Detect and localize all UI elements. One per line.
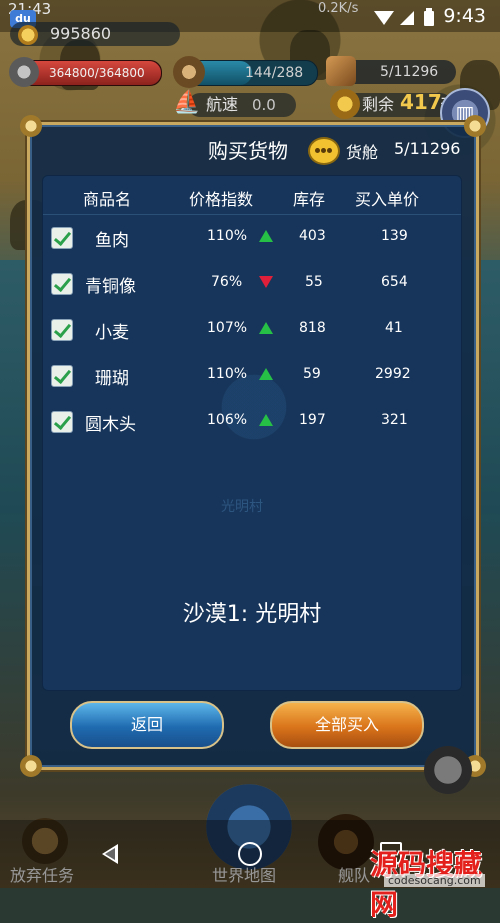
speed-indicator: ⛵ 航速 0.0	[173, 90, 296, 117]
price-index: 76%	[211, 274, 243, 290]
row-checkbox[interactable]	[51, 365, 73, 387]
goods-name: 青铜像	[85, 277, 136, 297]
price-index: 110%	[207, 366, 248, 382]
hp-bar: 364800/364800	[9, 57, 162, 87]
status-time: 9:43	[443, 5, 486, 27]
remaining-days-indicator: 剩余 417 天	[330, 89, 456, 119]
column-header-buy-price: 买入单价	[355, 190, 420, 209]
price-index: 110%	[207, 228, 248, 244]
site-watermark-url: codesocang.com	[384, 874, 485, 887]
bread-icon	[330, 89, 360, 119]
row-checkbox[interactable]	[51, 227, 73, 249]
dialog-header: 购买货物 货舱 5/11296	[30, 131, 476, 167]
goods-name: 珊瑚	[95, 369, 129, 389]
gold-counter: 995860	[10, 22, 180, 46]
trend-up-icon	[259, 230, 273, 242]
buy-all-button[interactable]: 全部买入	[270, 701, 424, 749]
sailors-text: 144/288	[245, 65, 304, 81]
goods-panel: 光明村 商品名 价格指数 库存 买入单价 鱼肉 110% 403 139 青铜像…	[42, 175, 462, 691]
cargo-text: 5/11296	[380, 64, 439, 80]
chat-bubble-icon[interactable]	[308, 137, 340, 165]
trend-up-icon	[259, 368, 273, 380]
stock-value: 197	[299, 412, 326, 428]
buy-price: 2992	[375, 366, 411, 382]
nav-back-icon[interactable]	[102, 844, 118, 864]
column-header-stock: 库存	[293, 190, 326, 209]
network-speed: 0.2K/s	[318, 1, 359, 16]
buy-price: 41	[385, 320, 403, 336]
cargo-hold-value: 5/11296	[394, 139, 461, 158]
current-port-location: 沙漠1: 光明村	[182, 602, 322, 627]
stock-value: 59	[303, 366, 321, 382]
speed-label: 航速	[206, 95, 239, 114]
sail-icon: ⛵	[173, 90, 201, 115]
gold-value: 995860	[50, 24, 112, 43]
trend-up-icon	[259, 414, 273, 426]
nav-home-icon[interactable]	[238, 842, 262, 866]
buy-price: 654	[381, 274, 408, 290]
cannon-icon	[9, 57, 39, 87]
column-header-name: 商品名	[83, 190, 132, 209]
sailors-bar: 144/288	[173, 56, 318, 88]
port-watermark-text: 光明村	[221, 499, 263, 515]
goods-name: 小麦	[95, 323, 129, 343]
goods-table-header: 商品名 价格指数 库存 买入单价	[43, 180, 461, 215]
dialog-corner-ornament	[20, 755, 42, 777]
back-button[interactable]: 返回	[70, 701, 224, 749]
row-checkbox[interactable]	[51, 319, 73, 341]
price-index: 106%	[207, 412, 248, 428]
gold-coin-icon	[18, 25, 38, 45]
scroll-icon[interactable]	[424, 746, 472, 794]
stock-value: 55	[305, 274, 323, 290]
goods-row[interactable]: 圆木头 106% 197 321	[43, 402, 461, 446]
buy-goods-dialog: 购买货物 货舱 5/11296 光明村 商品名 价格指数 库存 买入单价 鱼肉 …	[20, 115, 486, 777]
price-index: 107%	[207, 320, 248, 336]
hp-text: 364800/364800	[49, 66, 145, 80]
goods-row[interactable]: 珊瑚 110% 59 2992	[43, 356, 461, 400]
goods-row[interactable]: 鱼肉 110% 403 139	[43, 218, 461, 262]
cargo-crate-icon	[326, 56, 356, 86]
cargo-hold-label: 货舱	[346, 143, 379, 162]
column-header-price-index: 价格指数	[189, 190, 254, 209]
stock-value: 818	[299, 320, 326, 336]
trend-down-icon	[259, 276, 273, 288]
sailor-icon	[173, 56, 205, 88]
speed-value: 0.0	[252, 96, 276, 114]
cargo-counter: 5/11296	[326, 56, 456, 86]
buy-price: 139	[381, 228, 408, 244]
row-checkbox[interactable]	[51, 273, 73, 295]
signal-wifi-battery-icon	[374, 8, 434, 26]
goods-name: 鱼肉	[95, 231, 129, 251]
row-checkbox[interactable]	[51, 411, 73, 433]
remaining-value: 417	[400, 90, 442, 114]
stock-value: 403	[299, 228, 326, 244]
buy-price: 321	[381, 412, 408, 428]
remaining-label: 剩余	[362, 95, 395, 114]
goods-row[interactable]: 青铜像 76% 55 654	[43, 264, 461, 308]
trend-up-icon	[259, 322, 273, 334]
dialog-title: 购买货物	[208, 139, 288, 163]
goods-row[interactable]: 小麦 107% 818 41	[43, 310, 461, 354]
goods-name: 圆木头	[85, 415, 136, 435]
